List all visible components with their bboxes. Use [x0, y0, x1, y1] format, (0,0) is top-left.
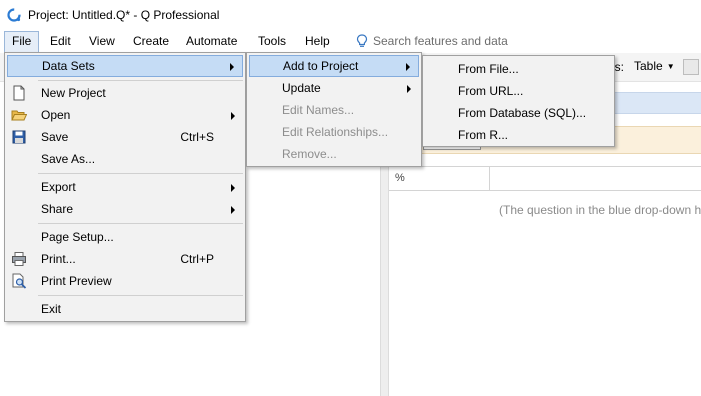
file-menu-exit[interactable]: Exit	[7, 298, 243, 320]
menu-item-label: From File...	[458, 62, 519, 76]
menu-create[interactable]: Create	[126, 31, 176, 53]
q-logo-icon	[7, 8, 21, 22]
add-to-project-submenu: From File... From URL... From Database (…	[422, 55, 615, 147]
file-menu-open[interactable]: Open	[7, 104, 243, 126]
menu-item-label: Edit Relationships...	[282, 125, 389, 139]
submenu-arrow-icon	[231, 206, 235, 214]
column-separator	[489, 167, 490, 191]
print-preview-icon	[12, 273, 27, 289]
menu-separator	[38, 295, 243, 296]
submenu-arrow-icon	[231, 184, 235, 192]
lightbulb-icon	[356, 34, 368, 47]
search-placeholder: Search features and data	[373, 34, 508, 48]
data-sets-submenu: Add to Project Update Edit Names... Edit…	[246, 52, 422, 167]
menu-tools[interactable]: Tools	[251, 31, 293, 53]
menu-item-label: Share	[41, 202, 74, 216]
search-features[interactable]: Search features and data	[356, 31, 508, 53]
submenu-arrow-icon	[230, 63, 234, 71]
menu-item-label: From URL...	[458, 84, 524, 98]
menu-view[interactable]: View	[82, 31, 122, 53]
menu-separator	[38, 80, 243, 81]
file-menu-save[interactable]: Save Ctrl+S	[7, 126, 243, 148]
menu-item-shortcut: Ctrl+S	[180, 130, 214, 144]
toolbar-chart-icon[interactable]	[683, 59, 699, 75]
menu-item-label: Exit	[41, 302, 62, 316]
file-menu-new-project[interactable]: New Project	[7, 82, 243, 104]
menu-item-label: Export	[41, 180, 76, 194]
menu-edit[interactable]: Edit	[43, 31, 78, 53]
file-menu-print[interactable]: Print... Ctrl+P	[7, 248, 243, 270]
file-menu: Data Sets New Project Open Save Ctrl+S S…	[4, 52, 246, 322]
menu-item-label: From R...	[458, 128, 508, 142]
submenu-arrow-icon	[231, 112, 235, 120]
menu-item-label: Save	[41, 130, 69, 144]
menu-item-label: Print...	[41, 252, 76, 266]
menu-separator	[38, 223, 243, 224]
menu-item-label: Page Setup...	[41, 230, 114, 244]
submenu-edit-relationships[interactable]: Edit Relationships...	[249, 121, 419, 143]
submenu-from-r[interactable]: From R...	[425, 124, 612, 146]
menu-item-label: From Database (SQL)...	[458, 106, 587, 120]
new-document-icon	[13, 85, 25, 101]
window-title: Project: Untitled.Q* - Q Professional	[28, 8, 220, 22]
submenu-arrow-icon	[406, 63, 410, 71]
submenu-update[interactable]: Update	[249, 77, 419, 99]
menu-file[interactable]: File	[4, 31, 40, 53]
menu-item-label: Print Preview	[41, 274, 112, 288]
menu-item-label: Edit Names...	[282, 103, 355, 117]
menu-item-label: Save As...	[41, 152, 96, 166]
folder-open-icon	[11, 110, 27, 121]
table-select-value: Table	[634, 59, 663, 73]
submenu-from-file[interactable]: From File...	[425, 58, 612, 80]
file-menu-page-setup[interactable]: Page Setup...	[7, 226, 243, 248]
menu-item-label: Update	[282, 81, 321, 95]
menu-item-shortcut: Ctrl+P	[180, 252, 214, 266]
menu-item-label: Remove...	[282, 147, 337, 161]
menu-automate[interactable]: Automate	[179, 31, 244, 53]
grid-header: %	[389, 166, 701, 191]
submenu-edit-names[interactable]: Edit Names...	[249, 99, 419, 121]
submenu-arrow-icon	[407, 85, 411, 93]
file-menu-data-sets[interactable]: Data Sets	[7, 55, 243, 77]
file-menu-share[interactable]: Share	[7, 198, 243, 220]
table-hint-text: (The question in the blue drop-down h	[499, 203, 701, 217]
submenu-from-database[interactable]: From Database (SQL)...	[425, 102, 612, 124]
printer-icon	[12, 252, 26, 266]
menu-help[interactable]: Help	[298, 31, 337, 53]
menu-item-label: Add to Project	[283, 59, 359, 73]
menu-bar: File Edit View Create Automate Tools Hel…	[0, 31, 701, 53]
file-menu-print-preview[interactable]: Print Preview	[7, 270, 243, 292]
submenu-remove[interactable]: Remove...	[249, 143, 419, 165]
title-bar: Project: Untitled.Q* - Q Professional	[0, 0, 701, 30]
menu-separator	[38, 173, 243, 174]
menu-item-label: Data Sets	[42, 59, 95, 73]
submenu-from-url[interactable]: From URL...	[425, 80, 612, 102]
dropdown-arrow-icon: ▼	[666, 62, 675, 71]
table-select[interactable]: Table ▼	[634, 59, 675, 73]
floppy-disk-icon	[12, 130, 26, 144]
menu-item-label: New Project	[41, 86, 106, 100]
menu-item-label: Open	[41, 108, 71, 122]
file-menu-export[interactable]: Export	[7, 176, 243, 198]
percent-header: %	[395, 172, 405, 184]
file-menu-save-as[interactable]: Save As...	[7, 148, 243, 170]
submenu-add-to-project[interactable]: Add to Project	[249, 55, 419, 77]
